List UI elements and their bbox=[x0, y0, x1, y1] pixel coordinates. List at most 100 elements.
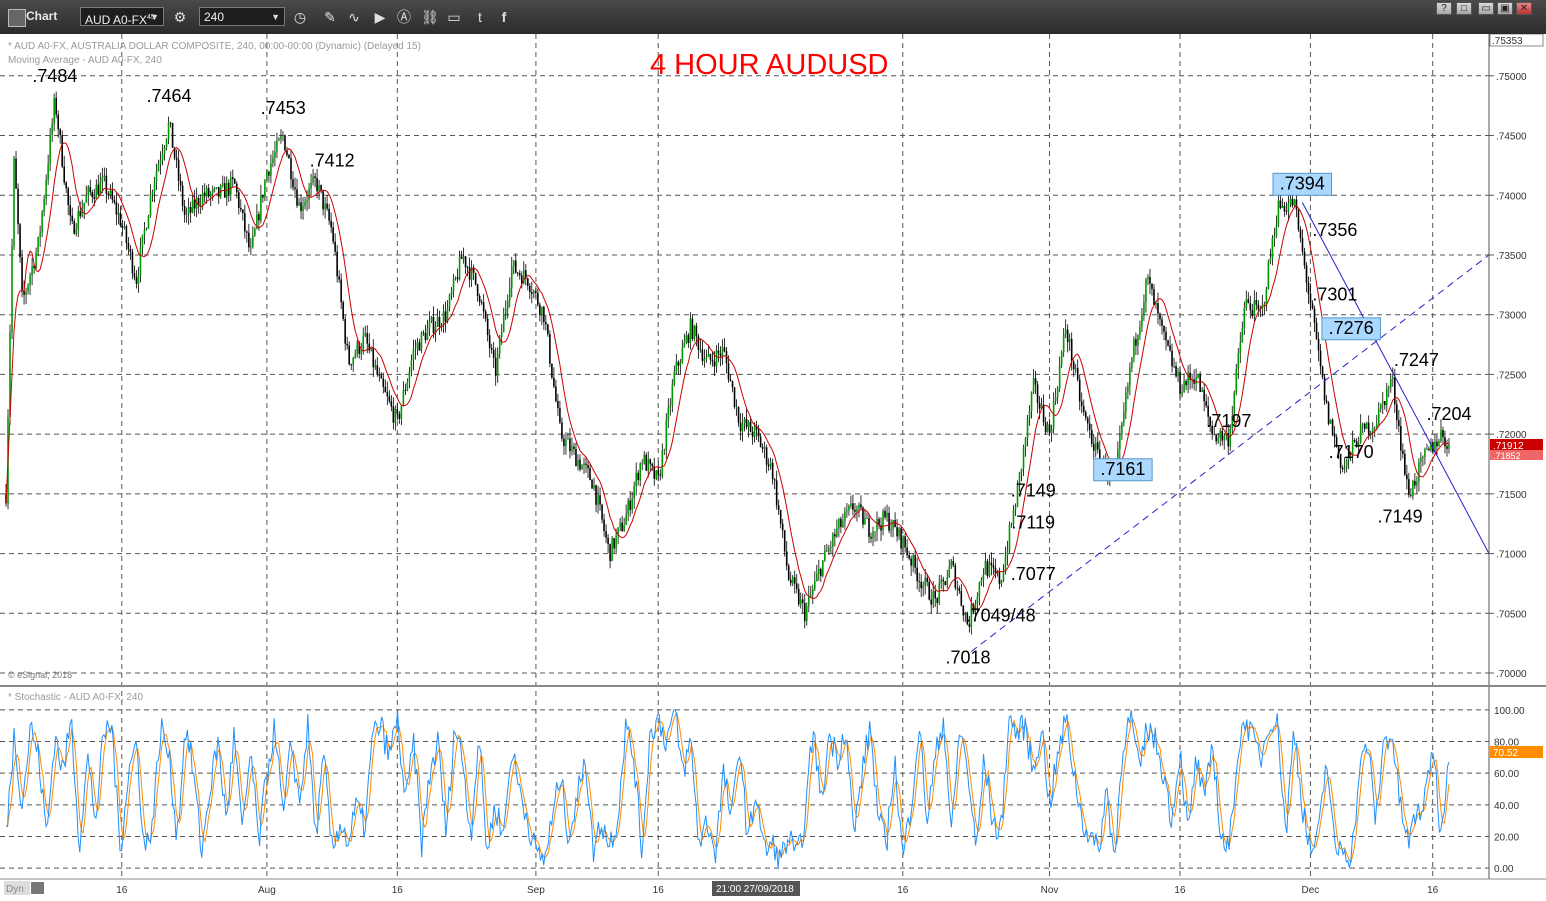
candle-body bbox=[930, 599, 933, 605]
x-tick-label: 16 bbox=[1174, 885, 1186, 896]
candle-body bbox=[745, 418, 748, 427]
facebook-icon[interactable]: f bbox=[494, 7, 514, 27]
x-tick-label: Nov bbox=[1041, 885, 1059, 896]
candle-body bbox=[1076, 368, 1079, 380]
candle-body bbox=[593, 485, 595, 489]
candle-body bbox=[288, 154, 290, 159]
candle-body bbox=[751, 431, 754, 437]
candle-body bbox=[579, 459, 581, 470]
level-label: .7077 bbox=[1011, 564, 1056, 584]
candle-body bbox=[181, 185, 184, 206]
candle-body bbox=[998, 571, 1001, 584]
candle-body bbox=[667, 407, 670, 421]
candle-body bbox=[217, 187, 220, 197]
candle-body bbox=[1022, 447, 1025, 469]
candle-body bbox=[229, 177, 232, 195]
chevron-down-icon[interactable]: ▼ bbox=[150, 8, 159, 27]
candle-body bbox=[1133, 339, 1135, 358]
candle-body bbox=[131, 251, 134, 274]
candle-body bbox=[890, 529, 892, 531]
crosshair-time: 21:00 27/09/2018 bbox=[716, 884, 794, 895]
candle-body bbox=[1303, 251, 1306, 266]
candle-body bbox=[527, 278, 529, 286]
candle-body bbox=[765, 447, 768, 465]
candle-body bbox=[1183, 381, 1185, 393]
candle-body bbox=[380, 375, 383, 379]
candle-body bbox=[426, 327, 429, 341]
candle-body bbox=[121, 225, 124, 228]
candle-body bbox=[707, 354, 710, 357]
candle-body bbox=[1056, 388, 1059, 398]
study-icon[interactable]: ∿ bbox=[344, 7, 364, 27]
candle-body bbox=[274, 151, 276, 158]
candle-body bbox=[611, 538, 613, 562]
candle-body bbox=[563, 438, 565, 447]
candle-body bbox=[57, 114, 59, 130]
candle-body bbox=[123, 226, 126, 228]
candle-body bbox=[516, 272, 519, 274]
candle-body bbox=[649, 459, 652, 464]
candle-body bbox=[896, 527, 898, 537]
candle-body bbox=[1251, 310, 1254, 316]
candle-body bbox=[589, 468, 591, 480]
candle-body bbox=[1379, 403, 1382, 409]
candle-body bbox=[787, 565, 790, 580]
y-tick-label: .74000 bbox=[1496, 191, 1527, 202]
help-button[interactable]: ? bbox=[1436, 2, 1452, 15]
candle-body bbox=[398, 413, 401, 419]
candle-body bbox=[952, 561, 955, 566]
candle-body bbox=[1044, 422, 1047, 433]
candle-body bbox=[830, 546, 832, 548]
candle-body bbox=[924, 577, 926, 585]
candle-body bbox=[191, 199, 194, 213]
maximize-button[interactable]: ▣ bbox=[1497, 2, 1513, 15]
candle-body bbox=[571, 446, 573, 452]
symbol-input[interactable]: AUD A0-FX45 ▼ bbox=[80, 7, 164, 27]
candle-body bbox=[1283, 205, 1286, 212]
restore-button[interactable]: □ bbox=[1456, 2, 1472, 15]
candle-body bbox=[346, 343, 348, 346]
grid-toggle-icon[interactable] bbox=[31, 882, 44, 894]
level-label: .7197 bbox=[1206, 411, 1251, 431]
candle-body bbox=[1046, 424, 1049, 433]
ma-info-line: Moving Average - AUD A0-FX, 240 bbox=[8, 55, 162, 66]
candle-body bbox=[75, 229, 78, 234]
settings-gear-icon[interactable]: ⚙ bbox=[170, 7, 190, 27]
candle-body bbox=[169, 122, 172, 124]
candle-body bbox=[1171, 350, 1173, 367]
interval-input[interactable]: 240 ▼ bbox=[199, 7, 285, 26]
candle-body bbox=[940, 579, 943, 584]
candle-body bbox=[986, 560, 989, 576]
clock-icon[interactable]: ◷ bbox=[290, 7, 310, 27]
pencil-icon[interactable]: ✎ bbox=[320, 7, 340, 27]
comment-icon[interactable]: ▭ bbox=[444, 7, 464, 27]
candle-body bbox=[535, 291, 537, 293]
candle-body bbox=[984, 560, 987, 575]
candle-body bbox=[828, 547, 830, 552]
candle-body bbox=[1317, 339, 1320, 351]
level-label: .7119 bbox=[1011, 513, 1055, 533]
candle-body bbox=[19, 224, 21, 258]
candle-body bbox=[1385, 388, 1388, 406]
candle-body bbox=[248, 232, 250, 248]
play-icon[interactable]: ▶ bbox=[370, 7, 390, 27]
candle-body bbox=[1159, 313, 1161, 320]
candle-body bbox=[691, 318, 694, 339]
candle-body bbox=[460, 256, 463, 259]
link-icon[interactable]: ⛓ bbox=[420, 7, 440, 27]
candle-body bbox=[260, 195, 262, 221]
twitter-icon[interactable]: t bbox=[470, 7, 490, 27]
candle-body bbox=[932, 591, 935, 605]
candle-body bbox=[1036, 384, 1039, 403]
minimize-button[interactable]: ▭ bbox=[1478, 2, 1494, 15]
chart-title: 4 HOUR AUDUSD bbox=[650, 49, 889, 81]
candle-body bbox=[109, 190, 112, 196]
close-button[interactable]: ✕ bbox=[1516, 2, 1532, 15]
y-tick-label: .70500 bbox=[1496, 609, 1527, 620]
level-label: .7484 bbox=[32, 66, 77, 86]
chevron-down-icon[interactable]: ▼ bbox=[271, 8, 280, 27]
alert-icon[interactable]: Ⓐ bbox=[394, 7, 414, 27]
candle-body bbox=[354, 354, 357, 358]
candle-body bbox=[906, 547, 908, 556]
chart-area[interactable]: .7484 .7464 .7453 .7412 .7394 .7356 .7301 .7276… bbox=[0, 34, 1546, 901]
